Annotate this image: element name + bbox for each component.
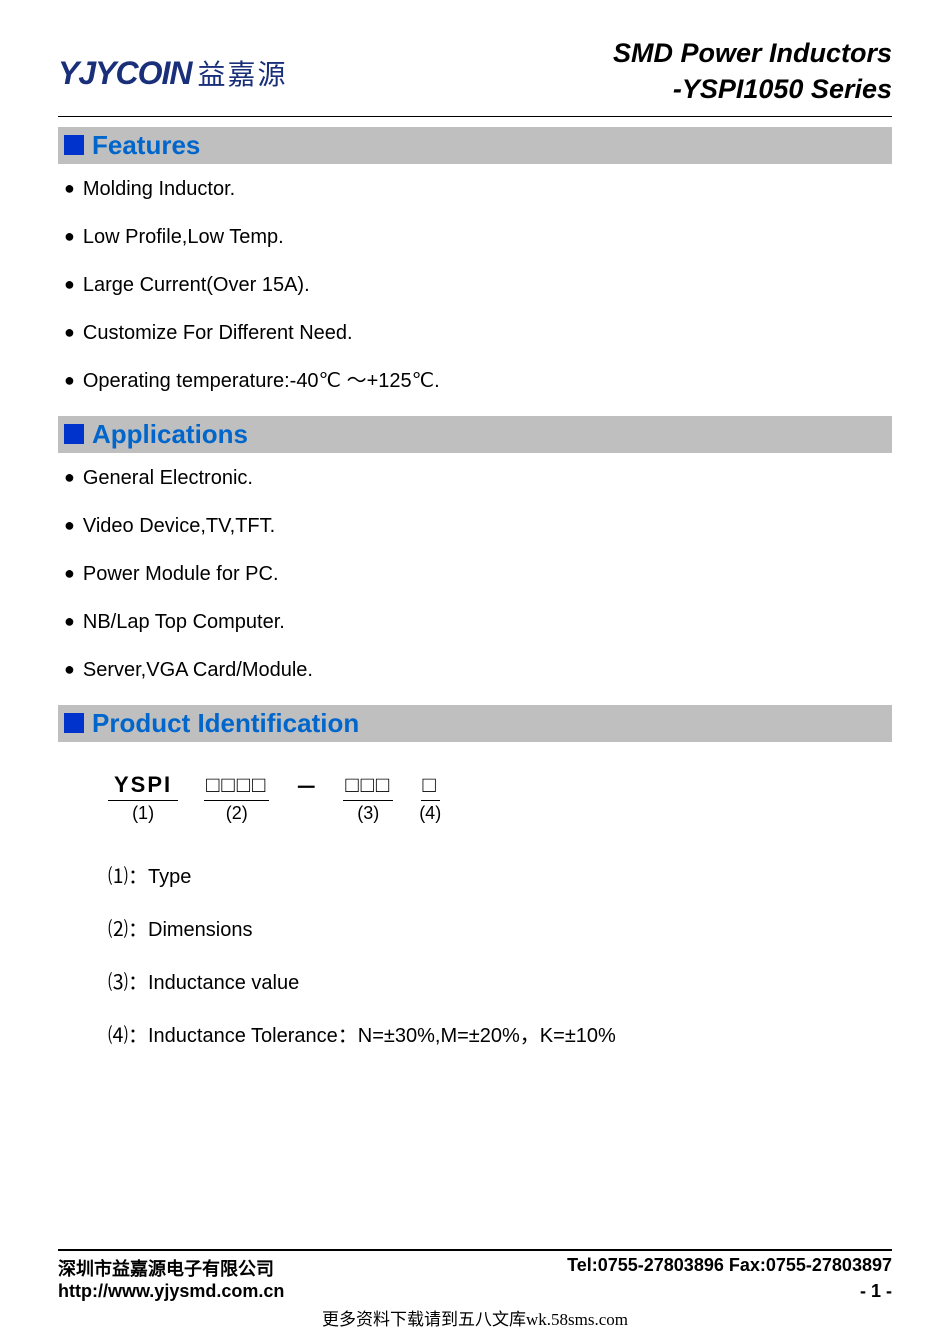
document-title: SMD Power Inductors -YSPI1050 Series: [613, 35, 892, 108]
feature-item: Molding Inductor.: [62, 176, 892, 202]
download-notice: 更多资料下载请到五八文库wk.58sms.com: [0, 1305, 950, 1330]
pid-index: (2): [204, 803, 269, 824]
pid-placeholder: □□□□: [204, 772, 269, 801]
company-name: 深圳市益嘉源电子有限公司: [58, 1255, 274, 1281]
feature-item: Operating temperature:-40℃ ～+125℃.: [62, 368, 892, 394]
footer-divider: [58, 1249, 892, 1251]
applications-list: General Electronic. Video Device,TV,TFT.…: [58, 465, 892, 683]
features-title: Features: [92, 130, 200, 161]
application-item: General Electronic.: [62, 465, 892, 491]
id-definition: ⑵：Dimensions: [108, 913, 892, 942]
page-number: - 1 -: [860, 1281, 892, 1302]
logo-cn: 益嘉源: [197, 53, 287, 93]
product-id-title: Product Identification: [92, 708, 359, 739]
product-id-definitions: ⑴：Type ⑵：Dimensions ⑶：Inductance value ⑷…: [108, 860, 892, 1048]
feature-item: Customize For Different Need.: [62, 320, 892, 346]
pid-part-1: YSPI (1): [108, 772, 178, 824]
pid-index: (1): [108, 803, 178, 824]
id-definition: ⑷：Inductance Tolerance：N=±30%,M=±20%，K=±…: [108, 1019, 892, 1048]
application-item: NB/Lap Top Computer.: [62, 609, 892, 635]
header-divider: [58, 116, 892, 117]
pid-dash: －: [295, 770, 317, 824]
pid-index: (3): [343, 803, 393, 824]
application-item: Power Module for PC.: [62, 561, 892, 587]
features-header: Features: [58, 127, 892, 164]
applications-title: Applications: [92, 419, 248, 450]
footer-row-1: 深圳市益嘉源电子有限公司 Tel:0755-27803896 Fax:0755-…: [58, 1255, 892, 1281]
pid-placeholder: □: [421, 772, 440, 801]
id-definition: ⑶：Inductance value: [108, 966, 892, 995]
footer: 深圳市益嘉源电子有限公司 Tel:0755-27803896 Fax:0755-…: [58, 1249, 892, 1302]
square-bullet-icon: [64, 135, 84, 155]
pid-placeholder: □□□: [343, 772, 393, 801]
logo-text: YJYCOIN: [58, 55, 191, 92]
feature-item: Low Profile,Low Temp.: [62, 224, 892, 250]
application-item: Server,VGA Card/Module.: [62, 657, 892, 683]
applications-header: Applications: [58, 416, 892, 453]
product-id-scheme: YSPI (1) □□□□ (2) － □□□ (3) □ (4): [108, 770, 892, 824]
square-bullet-icon: [64, 713, 84, 733]
pid-part-3: □□□ (3): [343, 772, 393, 824]
pid-part-4: □ (4): [419, 772, 441, 824]
id-definition: ⑴：Type: [108, 860, 892, 889]
logo: YJYCOIN 益嘉源: [58, 53, 288, 93]
product-id-row: YSPI (1) □□□□ (2) － □□□ (3) □ (4): [108, 770, 892, 824]
website-url: http://www.yjysmd.com.cn: [58, 1281, 284, 1302]
product-id-header: Product Identification: [58, 705, 892, 742]
footer-row-2: http://www.yjysmd.com.cn - 1 -: [58, 1281, 892, 1302]
title-line2: -YSPI1050 Series: [613, 71, 892, 107]
application-item: Video Device,TV,TFT.: [62, 513, 892, 539]
title-line1: SMD Power Inductors: [613, 35, 892, 71]
pid-code: YSPI: [108, 772, 178, 801]
square-bullet-icon: [64, 424, 84, 444]
contact-info: Tel:0755-27803896 Fax:0755-27803897: [567, 1255, 892, 1281]
header: YJYCOIN 益嘉源 SMD Power Inductors -YSPI105…: [58, 35, 892, 108]
pid-part-2: □□□□ (2): [204, 772, 269, 824]
features-list: Molding Inductor. Low Profile,Low Temp. …: [58, 176, 892, 394]
pid-index: (4): [419, 803, 441, 824]
feature-item: Large Current(Over 15A).: [62, 272, 892, 298]
